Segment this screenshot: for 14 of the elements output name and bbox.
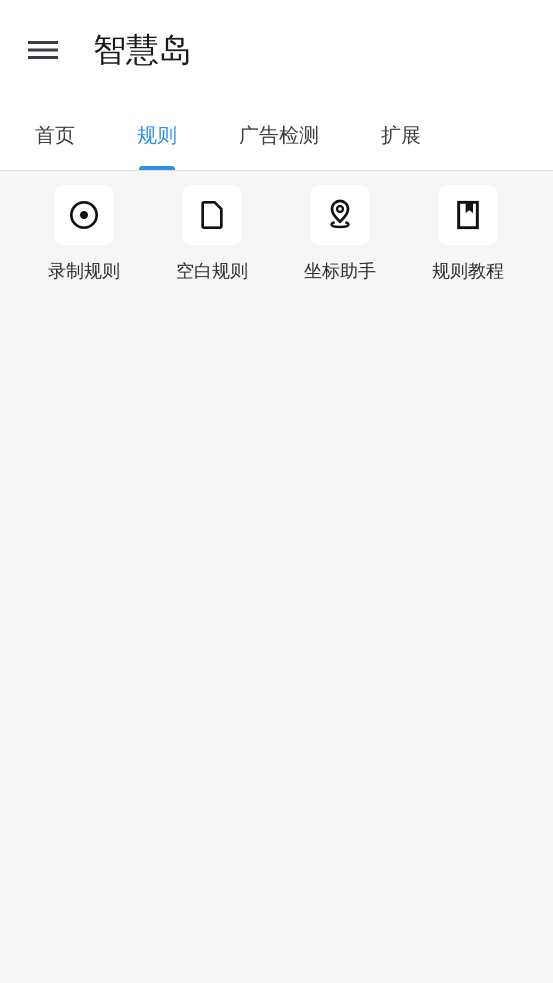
action-button[interactable] xyxy=(310,185,370,245)
action-label[interactable]: 规则教程 xyxy=(432,259,504,283)
action-button[interactable] xyxy=(438,185,498,245)
action-label[interactable]: 空白规则 xyxy=(176,259,248,283)
action-button[interactable] xyxy=(54,185,114,245)
action-label[interactable]: 录制规则 xyxy=(48,259,120,283)
app-title: 智慧岛 xyxy=(93,28,192,70)
action-label[interactable]: 坐标助手 xyxy=(304,259,376,283)
tab[interactable]: 首页 xyxy=(4,100,106,170)
menu-icon[interactable] xyxy=(28,40,58,60)
tab[interactable]: 广告检测 xyxy=(208,100,350,170)
tab[interactable]: 扩展 xyxy=(350,100,452,170)
action-button[interactable] xyxy=(182,185,242,245)
target-icon xyxy=(68,199,100,231)
